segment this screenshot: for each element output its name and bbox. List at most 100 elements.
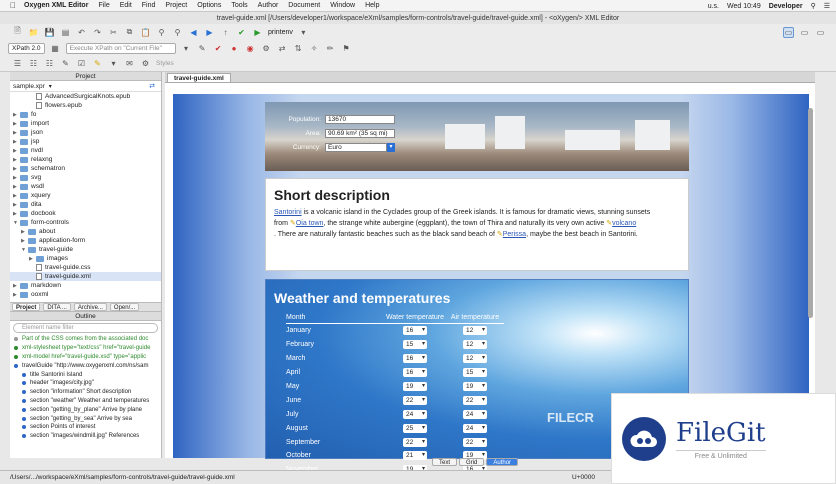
track-changes-icon[interactable]: ✎ <box>60 58 71 69</box>
chevron-right-icon[interactable]: ▶ <box>13 112 20 118</box>
chevron-down-icon[interactable]: ▾ <box>181 43 192 54</box>
forward-icon[interactable]: ▶ <box>204 27 215 38</box>
tab-dita-maps[interactable]: DITA ... <box>43 303 71 311</box>
menu-list-icon[interactable]: ☰ <box>824 2 830 10</box>
currency-select[interactable]: Euro <box>325 143 387 152</box>
tree-item[interactable]: ▶ json <box>10 128 161 137</box>
debug-icon[interactable]: ⚙ <box>261 43 272 54</box>
tab-project[interactable]: Project <box>12 303 41 311</box>
tab-open-find[interactable]: Open/... <box>109 303 140 311</box>
tab-text[interactable]: Text <box>432 458 458 466</box>
profiling-icon[interactable]: ☷ <box>28 58 39 69</box>
outline-item[interactable]: section "images/windmill.jpg" References <box>10 432 161 441</box>
volcano-link[interactable]: volcano <box>612 220 636 227</box>
air-temp-select[interactable]: 15 <box>463 368 487 378</box>
water-temp-select[interactable]: 15 <box>403 340 427 350</box>
chevron-right-icon[interactable]: ▶ <box>13 130 20 136</box>
chevron-right-icon[interactable]: ▶ <box>21 229 28 235</box>
outline-item[interactable]: section Points of interest <box>10 423 161 432</box>
air-temp-select[interactable]: 24 <box>463 409 487 419</box>
link-icon[interactable]: ⇄ <box>149 82 155 90</box>
chevron-right-icon[interactable]: ▶ <box>13 121 20 127</box>
tree-item[interactable]: ▶ svg <box>10 173 161 182</box>
save-all-icon[interactable]: ▤ <box>60 27 71 38</box>
menu-options[interactable]: Options <box>197 2 221 9</box>
find-in-files-icon[interactable]: ⚲ <box>172 27 183 38</box>
chevron-right-icon[interactable]: ▶ <box>13 283 20 289</box>
outline-item[interactable]: xml-model href="travel-guide.xsd" type="… <box>10 353 161 362</box>
chevron-right-icon[interactable]: ▶ <box>13 292 20 298</box>
chevron-right-icon[interactable]: ▶ <box>13 193 20 199</box>
chevron-right-icon[interactable]: ▶ <box>13 157 20 163</box>
water-temp-select[interactable]: 22 <box>403 395 427 405</box>
menu-author[interactable]: Author <box>258 2 279 9</box>
tree-item[interactable]: ▶ fo <box>10 110 161 119</box>
tree-item[interactable]: ▶ relaxng <box>10 155 161 164</box>
water-temp-select[interactable]: 21 <box>403 451 427 461</box>
outline-item[interactable]: Part of the CSS comes from the associate… <box>10 335 161 344</box>
chevron-right-icon[interactable]: ▶ <box>13 202 20 208</box>
air-temp-select[interactable]: 12 <box>463 340 487 350</box>
air-temp-select[interactable]: 12 <box>463 354 487 364</box>
water-temp-select[interactable]: 16 <box>403 354 427 364</box>
comment-icon[interactable]: ✎ <box>197 43 208 54</box>
styles-dropdown[interactable]: Styles <box>156 60 174 67</box>
transform-icon[interactable]: ⇄ <box>277 43 288 54</box>
app-menu[interactable]: Oxygen XML Editor <box>24 2 88 9</box>
copy-icon[interactable]: ⧉ <box>124 27 135 38</box>
layout-xquery-icon[interactable]: ▭ <box>815 27 826 38</box>
tree-item[interactable]: ▶ application-form <box>10 236 161 245</box>
outline-item[interactable]: section "weather" Weather and temperatur… <box>10 397 161 406</box>
xpath-input[interactable]: Execute XPath on "Current File" <box>65 42 176 54</box>
tree-item[interactable]: ▶ jsp <box>10 137 161 146</box>
water-temp-select[interactable]: 24 <box>403 409 427 419</box>
clock[interactable]: Wed 10:49 <box>727 3 761 10</box>
run-scenario-icon[interactable]: ▶ <box>252 27 263 38</box>
tree-item[interactable]: ▶ import <box>10 119 161 128</box>
tree-item[interactable]: ▶ about <box>10 227 161 236</box>
tree-item[interactable]: ▶ schematron <box>10 164 161 173</box>
air-temp-select[interactable]: 22 <box>463 395 487 405</box>
tree-item[interactable]: ▶ dita <box>10 200 161 209</box>
outline-filter-input[interactable]: Element name filter <box>13 323 158 333</box>
save-icon-2[interactable]: ▦ <box>50 43 61 54</box>
tree-item[interactable]: ▶ docbook <box>10 209 161 218</box>
comment-add-icon[interactable]: ✉ <box>124 58 135 69</box>
water-temp-select[interactable]: 16 <box>403 326 427 336</box>
perissa-link[interactable]: Perissa <box>503 231 526 238</box>
save-icon[interactable]: 💾 <box>44 27 55 38</box>
compare-icon[interactable]: ⇅ <box>293 43 304 54</box>
open-folder-icon[interactable]: 📁 <box>28 27 39 38</box>
chevron-right-icon[interactable]: ▶ <box>13 175 20 181</box>
air-temp-select[interactable]: 12 <box>463 326 487 336</box>
back-icon[interactable]: ◀ <box>188 27 199 38</box>
menu-window[interactable]: Window <box>330 2 355 9</box>
chevron-down-icon[interactable]: ▼ <box>13 220 20 226</box>
population-input[interactable]: 13670 <box>325 115 395 124</box>
tree-item[interactable]: ▼ form-controls <box>10 218 161 227</box>
outline-item[interactable]: section "getting_by_sea" Arrive by sea <box>10 414 161 423</box>
styles-icon[interactable]: ⚙ <box>140 58 151 69</box>
layout-xslt-icon[interactable]: ▭ <box>799 27 810 38</box>
tree-item[interactable]: flowers.epub <box>10 101 161 110</box>
chevron-right-icon[interactable]: ▶ <box>13 139 20 145</box>
tree-item[interactable]: ▶ xquery <box>10 191 161 200</box>
tab-grid[interactable]: Grid <box>459 458 485 466</box>
tab-archive[interactable]: Archive... <box>73 303 107 311</box>
chevron-right-icon[interactable]: ▶ <box>13 211 20 217</box>
air-temp-select[interactable]: 19 <box>463 382 487 391</box>
outline-item[interactable]: xml-stylesheet type="text/css" href="tra… <box>10 344 161 353</box>
search-icon[interactable]: ⚲ <box>811 2 816 10</box>
layout-editor-icon[interactable]: ▭ <box>783 26 794 38</box>
water-temp-select[interactable]: 19 <box>403 382 427 391</box>
area-input[interactable]: 90.69 km² (35 sq mi) <box>325 129 395 138</box>
redo-icon[interactable]: ↷ <box>92 27 103 38</box>
oia-town-link[interactable]: Oia town <box>296 220 324 227</box>
apply-icon[interactable]: ◉ <box>245 43 256 54</box>
apple-icon[interactable]:  <box>10 1 16 10</box>
menu-tools[interactable]: Tools <box>231 2 247 9</box>
tree-item[interactable]: ▼ travel-guide <box>10 245 161 254</box>
chevron-right-icon[interactable]: ▶ <box>13 166 20 172</box>
chevron-down-icon[interactable]: ▾ <box>108 58 119 69</box>
menu-help[interactable]: Help <box>365 2 379 9</box>
